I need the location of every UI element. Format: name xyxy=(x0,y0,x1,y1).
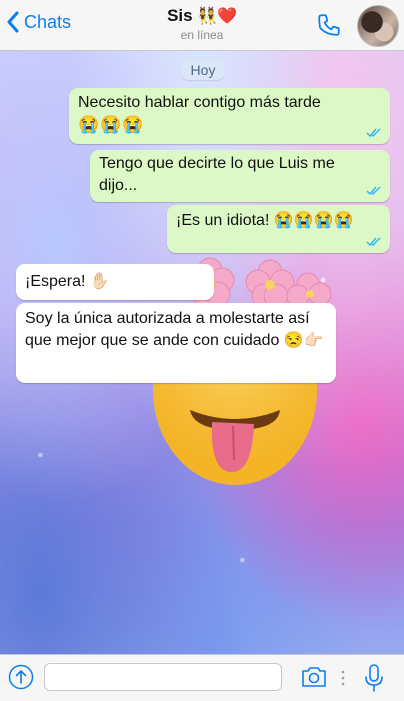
contact-name: Sis xyxy=(167,6,193,25)
microphone-icon[interactable] xyxy=(363,663,385,693)
camera-icon[interactable] xyxy=(300,665,328,689)
contact-title[interactable]: Sis 👯❤️ en línea xyxy=(0,6,404,42)
message-text: Soy la única autorizada a molestarte así… xyxy=(25,310,324,349)
date-chip: Hoy xyxy=(181,60,225,80)
read-ticks-icon xyxy=(366,237,381,247)
message-bubble-outgoing[interactable]: ¡Es un idiota! 😭😭😭😭 xyxy=(167,205,390,253)
message-bubble-outgoing[interactable]: Necesito hablar contigo más tarde 😭😭😭 xyxy=(69,88,390,144)
phone-icon[interactable] xyxy=(316,12,342,38)
composer-bar xyxy=(0,654,404,701)
message-bubble-outgoing[interactable]: Tengo que decirte lo que Luis me dijo... xyxy=(90,150,390,202)
contact-emoji: 👯❤️ xyxy=(197,8,237,25)
message-text: Necesito hablar contigo más tarde xyxy=(78,94,321,111)
message-input[interactable] xyxy=(44,663,282,691)
message-emojis: 😭😭😭 xyxy=(78,115,145,134)
message-text: ¡Es un idiota! 😭😭😭😭 xyxy=(176,212,354,229)
contact-status: en línea xyxy=(180,28,224,42)
message-bubble-incoming[interactable]: ¡Espera! ✋🏻 xyxy=(16,264,214,300)
message-text: Tengo que decirte lo que Luis me dijo... xyxy=(99,155,335,194)
contact-avatar[interactable] xyxy=(357,5,399,47)
chat-header: Chats Sis 👯❤️ en línea xyxy=(0,0,404,51)
read-ticks-icon xyxy=(366,186,381,196)
message-bubble-incoming[interactable]: Soy la única autorizada a molestarte así… xyxy=(16,303,336,383)
read-ticks-icon xyxy=(366,128,381,138)
message-text: ¡Espera! ✋🏻 xyxy=(25,273,110,290)
separator-dots xyxy=(341,670,345,686)
upload-arrow-icon[interactable] xyxy=(8,664,34,690)
